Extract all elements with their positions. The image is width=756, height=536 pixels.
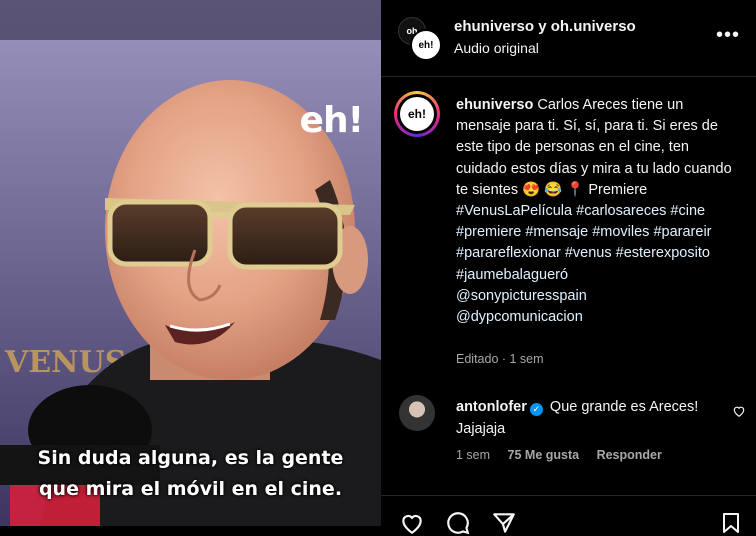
- comment-time: 1 sem: [456, 448, 491, 462]
- more-horizontal-icon[interactable]: •••: [716, 24, 740, 47]
- hashtag[interactable]: #mensaje: [525, 224, 588, 240]
- caption-username[interactable]: ehuniverso: [456, 97, 533, 113]
- hashtag[interactable]: #carlosareces: [576, 203, 666, 219]
- hashtag[interactable]: #esterexposito: [616, 245, 710, 261]
- hashtag[interactable]: #parareir: [653, 224, 711, 240]
- video-subtitles: Sin duda alguna, es la gente que mira el…: [0, 443, 381, 505]
- comment-avatar[interactable]: [399, 395, 435, 431]
- hashtag[interactable]: #venus: [565, 245, 612, 261]
- comment-meta: 1 sem 75 Me gusta Responder: [456, 448, 676, 462]
- reply-button[interactable]: Responder: [597, 448, 662, 462]
- audio-label[interactable]: Audio original: [454, 40, 539, 56]
- hashtag[interactable]: #jaumebalagueró: [456, 267, 568, 283]
- comment-username[interactable]: antonlofer: [456, 399, 527, 415]
- subtitle-line: que mira el móvil en el cine.: [38, 478, 343, 500]
- avatar: eh!: [410, 29, 442, 61]
- caption-avatar[interactable]: eh!: [394, 91, 440, 137]
- comment: antonlofer ✓ Que grande es Areces! Jajaja…: [456, 397, 718, 440]
- post-actions-bar: [381, 495, 756, 535]
- comment-likes[interactable]: 75 Me gusta: [508, 448, 580, 462]
- post-header: oh eh! ehuniverso y oh.universo Audio or…: [381, 0, 756, 77]
- subtitle-line: Sin duda alguna, es la gente: [37, 447, 344, 469]
- share-icon[interactable]: [491, 510, 517, 536]
- hashtag[interactable]: #cine: [670, 203, 705, 219]
- mention[interactable]: @dypcomunicacion: [456, 309, 583, 325]
- caption: ehuniverso Carlos Areces tiene un mensaj…: [456, 95, 741, 328]
- avatar: eh!: [400, 97, 434, 131]
- bookmark-icon[interactable]: [719, 510, 743, 536]
- comment-like-heart-icon[interactable]: [732, 404, 746, 418]
- heart-icon[interactable]: [399, 510, 425, 536]
- mention[interactable]: @sonypicturesspain: [456, 288, 587, 304]
- hashtag[interactable]: #moviles: [592, 224, 649, 240]
- hashtag[interactable]: #premiere: [456, 224, 521, 240]
- collab-avatar[interactable]: oh eh!: [398, 17, 442, 61]
- verified-badge-icon: ✓: [529, 403, 543, 416]
- hashtag[interactable]: #VenusLaPelícula: [456, 203, 572, 219]
- instagram-post-view: VENUS eh! Sin duda alguna, es la gente q…: [0, 0, 756, 535]
- video-player[interactable]: VENUS eh! Sin duda alguna, es la gente q…: [0, 0, 381, 526]
- post-author-names[interactable]: ehuniverso y oh.universo: [454, 18, 636, 35]
- comment-icon[interactable]: [445, 510, 471, 536]
- post-side-panel: oh eh! ehuniverso y oh.universo Audio or…: [381, 0, 756, 535]
- caption-meta: Editado · 1 sem: [456, 352, 544, 366]
- hashtag[interactable]: #parareflexionar: [456, 245, 561, 261]
- eh-watermark: eh!: [299, 100, 364, 141]
